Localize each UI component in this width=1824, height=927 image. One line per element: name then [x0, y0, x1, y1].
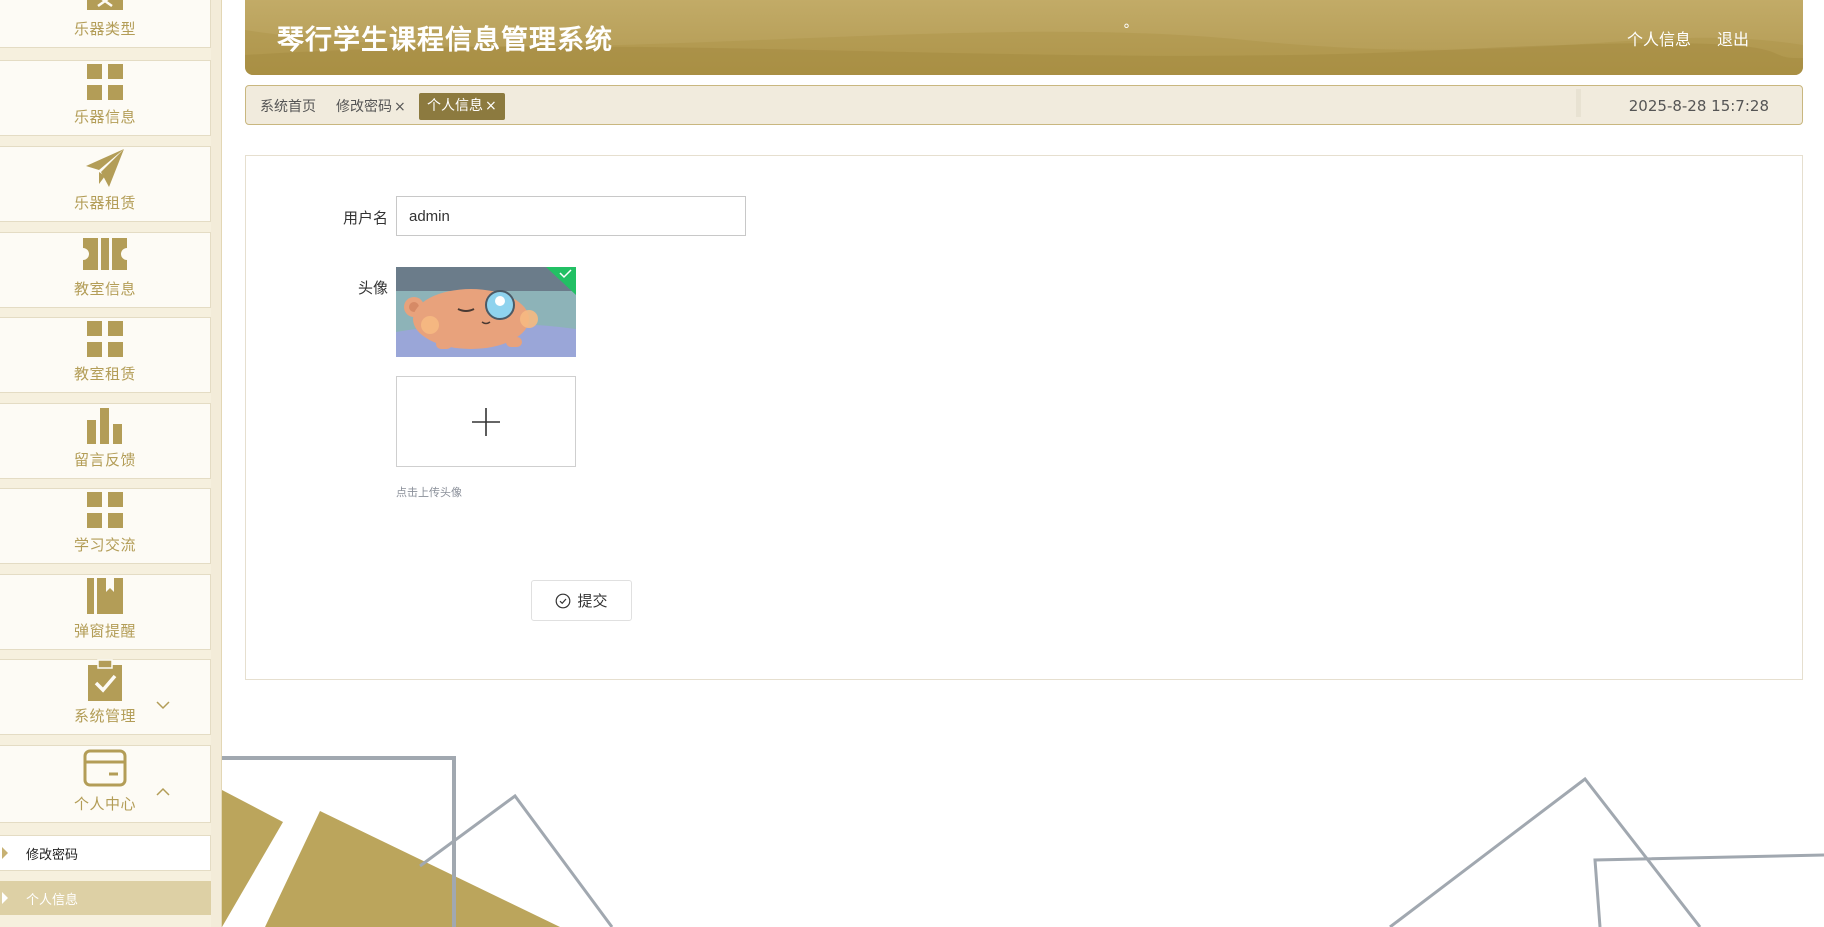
submit-button[interactable]: 提交 [531, 580, 632, 621]
current-datetime: 2025-8-28 15:7:28 [1628, 97, 1769, 115]
sidebar-item-popup-reminder[interactable]: 弹窗提醒 [0, 574, 211, 650]
sidebar-subitem-change-password[interactable]: 修改密码 [0, 835, 211, 871]
close-icon[interactable]: × [485, 98, 497, 114]
tab-bar: 系统首页 修改密码 × 个人信息 × 2025-8-28 15:7:28 [245, 85, 1803, 125]
wallet-icon [83, 746, 127, 789]
sidebar-item-label: 乐器类型 [73, 20, 136, 38]
sidebar: 乐器类型 乐器信息 乐器租赁 教室信息 教室租赁 留言反馈 学习交流 弹窗提醒 … [0, 0, 222, 927]
upload-hint: 点击上传头像 [396, 486, 462, 499]
sidebar-item-classroom-rental[interactable]: 教室租赁 [0, 317, 211, 393]
app-title: 琴行学生课程信息管理系统 [277, 25, 613, 56]
sidebar-item-personal-center[interactable]: 个人中心 [0, 745, 211, 823]
tab-personal-info[interactable]: 个人信息 × [419, 93, 505, 120]
sidebar-item-label: 教室租赁 [73, 365, 136, 383]
sidebar-item-system-management[interactable]: 系统管理 [0, 659, 211, 735]
clipboard-check-icon [83, 659, 127, 701]
sidebar-menu: 乐器类型 乐器信息 乐器租赁 教室信息 教室租赁 留言反馈 学习交流 弹窗提醒 … [0, 0, 211, 927]
username-label: 用户名 [342, 209, 388, 227]
sidebar-item-label: 学习交流 [73, 536, 136, 554]
title-dot: ° [1123, 22, 1130, 38]
tab-change-password[interactable]: 修改密码 × [336, 96, 406, 116]
image-icon [83, 0, 127, 14]
sidebar-subitem-label: 个人信息 [26, 892, 79, 908]
sidebar-item-label: 乐器信息 [73, 108, 136, 126]
sidebar-item-classroom-info[interactable]: 教室信息 [0, 232, 211, 308]
caret-right-icon [2, 892, 8, 904]
sidebar-item-instrument-info[interactable]: 乐器信息 [0, 60, 211, 136]
close-icon[interactable]: × [394, 99, 406, 115]
tab-scroll-divider [1576, 89, 1581, 117]
ticket-icon [83, 233, 127, 274]
avatar-label: 头像 [357, 279, 388, 297]
chevron-down-icon [156, 698, 170, 714]
grid-icon [83, 318, 127, 359]
paper-plane-icon [83, 147, 127, 188]
sidebar-item-instrument-type[interactable]: 乐器类型 [0, 0, 211, 48]
profile-form-panel: 用户名 头像 点击上传头像 提交 [245, 155, 1803, 680]
logout-link[interactable]: 退出 [1717, 26, 1749, 50]
sidebar-item-instrument-rental[interactable]: 乐器租赁 [0, 146, 211, 222]
sidebar-item-label: 留言反馈 [73, 451, 136, 469]
tab-label: 修改密码 [336, 99, 392, 115]
sidebar-subitem-personal-info[interactable]: 个人信息 [0, 881, 211, 915]
bar-chart-icon [83, 404, 127, 445]
tab-label: 个人信息 [427, 98, 483, 114]
tab-label: 系统首页 [260, 99, 316, 115]
book-icon [83, 575, 127, 616]
sidebar-item-label: 个人中心 [73, 795, 136, 813]
tab-home[interactable]: 系统首页 [260, 96, 316, 116]
sidebar-item-feedback[interactable]: 留言反馈 [0, 403, 211, 479]
grid-icon [83, 489, 127, 530]
avatar-upload-box[interactable] [396, 376, 576, 467]
sidebar-item-label: 弹窗提醒 [73, 622, 136, 640]
caret-right-icon [2, 847, 8, 859]
sidebar-item-label: 教室信息 [73, 280, 136, 298]
sidebar-subitem-label: 修改密码 [26, 847, 79, 863]
chevron-up-icon [156, 784, 170, 800]
avatar-preview-image[interactable] [396, 267, 576, 357]
sidebar-item-study-exchange[interactable]: 学习交流 [0, 488, 211, 564]
check-circle-icon [556, 593, 571, 608]
profile-link[interactable]: 个人信息 [1627, 26, 1691, 50]
username-input[interactable] [396, 196, 746, 236]
plus-icon [472, 407, 500, 436]
sidebar-item-label: 系统管理 [73, 707, 136, 725]
top-header: 琴行学生课程信息管理系统 ° 个人信息 退出 [245, 0, 1803, 75]
sidebar-item-label: 乐器租赁 [73, 194, 136, 212]
submit-button-label: 提交 [577, 592, 608, 610]
grid-icon [83, 61, 127, 102]
